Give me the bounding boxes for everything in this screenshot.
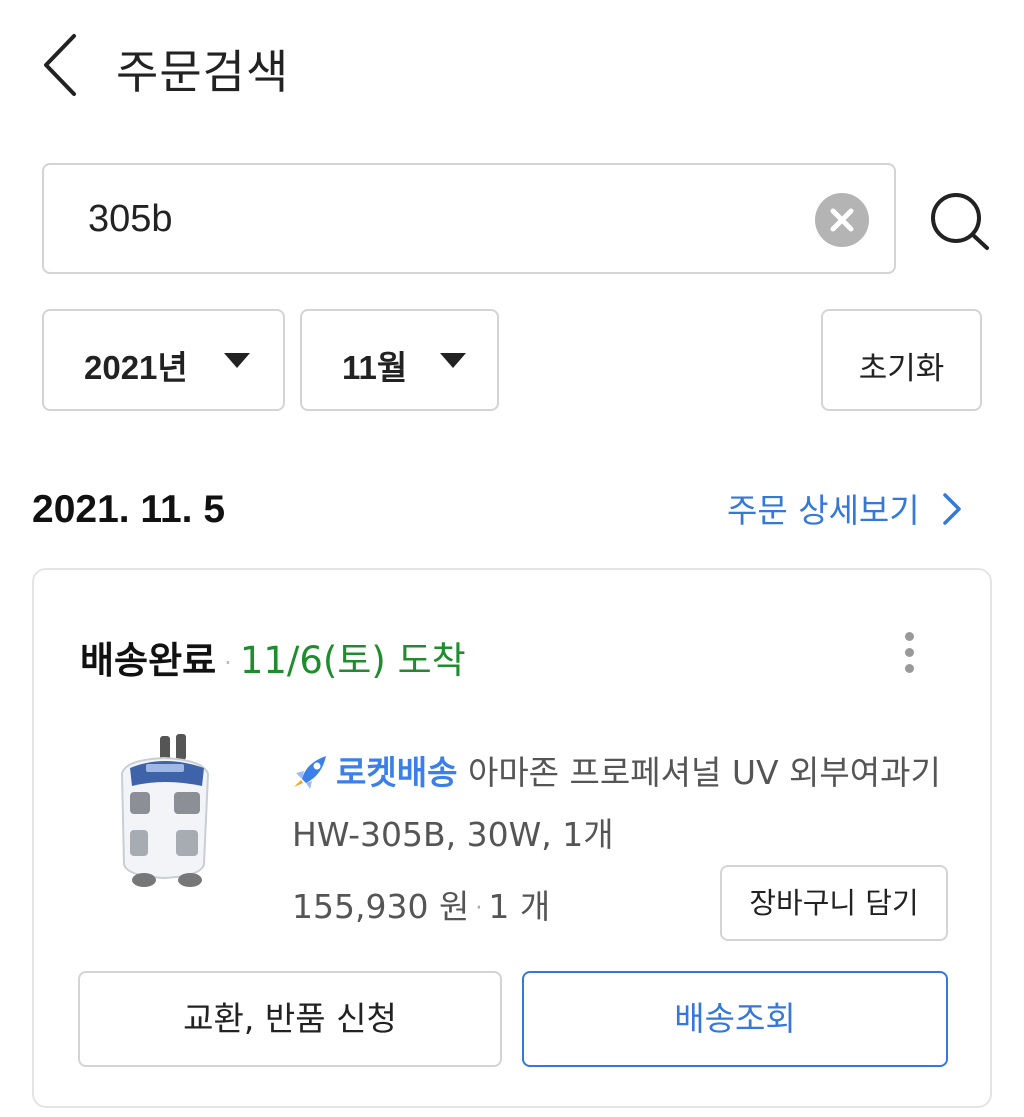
delivery-status: 배송완료 · 11/6(토) 도착 — [80, 630, 466, 684]
product-price: 155,930 원 — [292, 887, 470, 926]
product-title[interactable]: 로켓배송 아마존 프로페셔널 UV 외부여과기 HW-305B, 30W, 1개 — [292, 742, 942, 866]
product-image[interactable] — [104, 734, 224, 894]
search-input[interactable] — [88, 193, 788, 245]
year-select-label: 2021년 — [84, 349, 188, 386]
product-quantity: 1 개 — [488, 887, 551, 926]
rocket-icon — [294, 755, 326, 789]
month-select-label: 11월 — [342, 349, 408, 386]
back-button[interactable] — [36, 30, 86, 100]
arrival-date: 11/6(토) 도착 — [239, 639, 466, 682]
rocket-delivery-badge: 로켓배송 — [336, 753, 458, 792]
year-select[interactable]: 2021년 — [42, 309, 285, 411]
header-bar: 주문검색 — [0, 0, 1024, 130]
month-select[interactable]: 11월 — [300, 309, 499, 411]
order-detail-label: 주문 상세보기 — [727, 491, 920, 530]
order-detail-link[interactable]: 주문 상세보기 — [727, 484, 962, 532]
reset-button[interactable]: 초기화 — [821, 309, 982, 411]
search-button[interactable] — [924, 186, 994, 256]
dot — [904, 664, 914, 673]
search-icon — [931, 193, 989, 250]
order-date: 2021. 11. 5 — [32, 488, 226, 531]
status-label: 배송완료 — [80, 639, 217, 682]
chevron-right-icon — [943, 492, 961, 525]
exchange-return-button[interactable]: 교환, 반품 신청 — [78, 971, 502, 1067]
chevron-left-icon — [44, 34, 76, 96]
add-to-cart-button[interactable]: 장바구니 담기 — [720, 865, 948, 941]
reset-button-label: 초기화 — [858, 351, 945, 386]
clear-search-button[interactable] — [815, 193, 869, 247]
status-separator: · — [224, 648, 232, 677]
page-title: 주문검색 — [116, 45, 290, 99]
search-box[interactable] — [42, 163, 896, 274]
dot — [904, 648, 914, 657]
price-separator: · — [475, 896, 483, 921]
price-line: 155,930 원 · 1 개 — [292, 880, 550, 928]
dot — [904, 632, 914, 641]
caret-down-icon — [224, 353, 250, 368]
order-card: 배송완료 · 11/6(토) 도착 로켓배송 아마존 프로페셔널 UV 외부여과기 … — [32, 568, 992, 1108]
close-icon — [830, 208, 854, 232]
more-options-button[interactable] — [892, 628, 926, 678]
track-delivery-button[interactable]: 배송조회 — [522, 971, 948, 1067]
caret-down-icon — [440, 353, 466, 368]
